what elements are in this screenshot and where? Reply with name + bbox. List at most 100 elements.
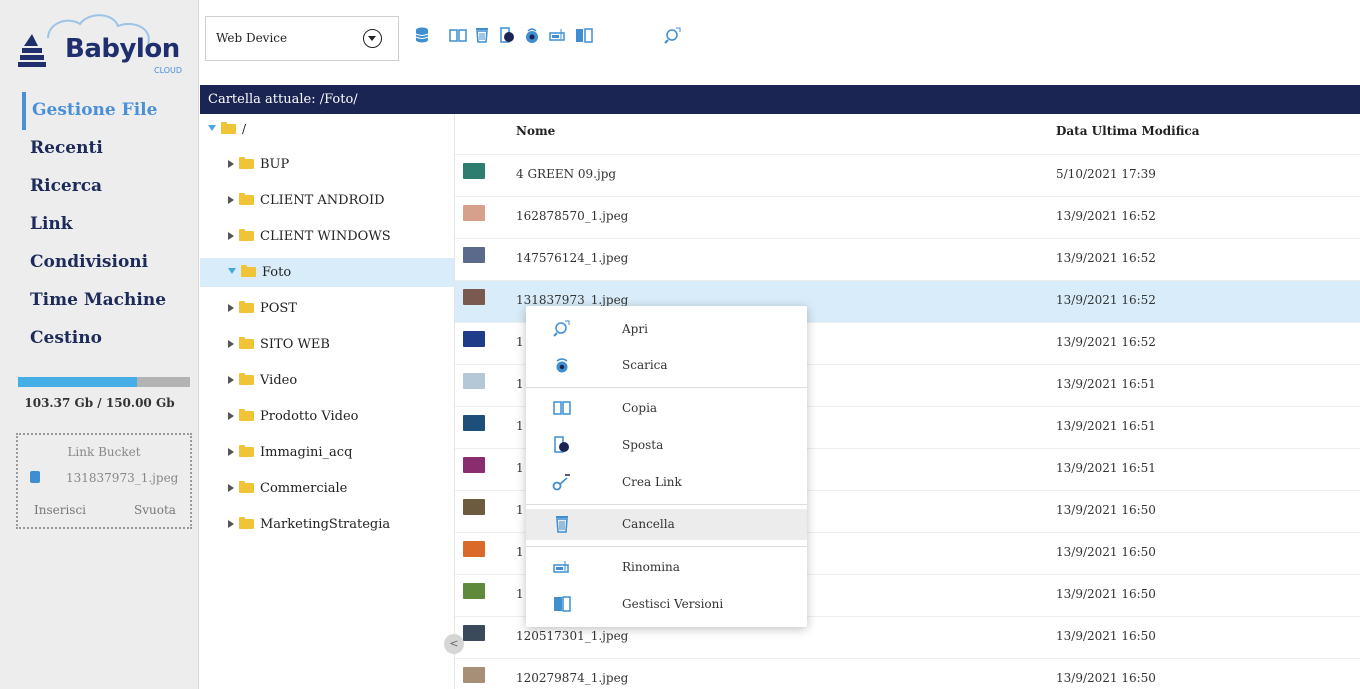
menu-item-label: Gestisci Versioni — [622, 597, 724, 611]
file-thumbnail — [463, 625, 485, 641]
nav-time-machine[interactable]: Time Machine — [0, 282, 199, 320]
move-icon[interactable] — [498, 26, 516, 44]
folder-name: CLIENT WINDOWS — [260, 229, 391, 244]
folder-tree: / BUP CLIENT ANDROID CLIENT WINDOWS Foto POS… — [200, 114, 455, 689]
file-name: 120279874_1.jpeg — [516, 671, 629, 685]
folder-icon — [239, 229, 254, 241]
file-name: 1 — [516, 461, 524, 475]
menu-item-cancella[interactable]: Cancella — [526, 509, 807, 540]
folder-tree-item[interactable]: Immagini_acq — [200, 438, 454, 467]
file-thumbnail — [463, 247, 485, 263]
folder-tree-item[interactable]: Foto — [200, 258, 454, 287]
context-menu: Apri Scarica Copia Sposta Crea Link Canc… — [526, 306, 807, 627]
file-thumbnail — [463, 583, 485, 599]
folder-name: Immagini_acq — [260, 445, 353, 460]
folder-tree-item[interactable]: MarketingStrategia — [200, 510, 454, 539]
nav-condivisioni[interactable]: Condivisioni — [0, 244, 199, 282]
menu-separator — [526, 504, 807, 505]
delete-icon[interactable] — [473, 26, 491, 44]
expand-icon[interactable] — [228, 268, 236, 274]
folder-tree-item[interactable]: Prodotto Video — [200, 402, 454, 431]
expand-icon[interactable] — [208, 125, 216, 131]
folder-tree-item[interactable]: Video — [200, 366, 454, 395]
nav-ricerca[interactable]: Ricerca — [0, 168, 199, 206]
collapse-arrow-icon[interactable] — [228, 160, 234, 168]
download-icon — [552, 356, 572, 374]
menu-item-label: Scarica — [622, 358, 668, 372]
collapse-arrow-icon[interactable] — [228, 232, 234, 240]
file-date: 13/9/2021 16:50 — [1056, 587, 1156, 601]
main-nav: Gestione File Recenti Ricerca Link Condi… — [0, 92, 199, 358]
open-icon[interactable] — [664, 26, 682, 44]
file-row[interactable]: 120279874_1.jpeg 13/9/2021 16:50 — [455, 658, 1360, 689]
menu-item-rinomina[interactable]: Rinomina — [526, 552, 807, 583]
folder-tree-item[interactable]: CLIENT WINDOWS — [200, 222, 454, 251]
babylon-logo[interactable]: Babylon CLOUD — [18, 8, 182, 75]
bucket-insert-button[interactable]: Inserisci — [34, 503, 86, 517]
folder-icon — [239, 157, 254, 169]
file-name: 1 — [516, 503, 524, 517]
collapse-arrow-icon[interactable] — [228, 448, 234, 456]
tree-root-label: / — [242, 122, 247, 136]
file-date: 13/9/2021 16:50 — [1056, 545, 1156, 559]
menu-item-label: Apri — [622, 322, 648, 336]
file-thumbnail — [463, 289, 485, 305]
menu-item-gestisci-versioni[interactable]: Gestisci Versioni — [526, 589, 807, 620]
copy-icon[interactable] — [449, 26, 467, 44]
collapse-arrow-icon[interactable] — [228, 340, 234, 348]
file-thumbnail — [463, 667, 485, 683]
menu-item-scarica[interactable]: Scarica — [526, 350, 807, 381]
collapse-arrow-icon[interactable] — [228, 412, 234, 420]
sidebar: Babylon CLOUD Gestione File Recenti Rice… — [0, 0, 199, 689]
logo-subtitle: CLOUD — [154, 66, 183, 75]
file-thumbnail — [463, 499, 485, 515]
file-name: 147576124_1.jpeg — [516, 251, 629, 265]
link-bucket-file: 131837973_1.jpeg — [66, 471, 179, 485]
menu-item-label: Copia — [622, 401, 658, 415]
folder-tree-item[interactable]: CLIENT ANDROID — [200, 186, 454, 215]
file-thumbnail — [463, 415, 485, 431]
collapse-arrow-icon[interactable] — [228, 484, 234, 492]
column-header-date[interactable]: Data Ultima Modifica — [1056, 114, 1200, 148]
folder-icon — [239, 301, 254, 313]
chevron-down-icon[interactable] — [363, 29, 382, 48]
file-name: 1 — [516, 419, 524, 433]
nav-gestione-file[interactable]: Gestione File — [22, 92, 199, 130]
file-date: 5/10/2021 17:39 — [1056, 167, 1156, 181]
bucket-empty-button[interactable]: Svuota — [134, 503, 176, 517]
search-icon — [552, 320, 572, 338]
rename-icon — [552, 558, 572, 576]
menu-item-label: Cancella — [622, 517, 675, 531]
rename-icon[interactable] — [549, 26, 567, 44]
device-select[interactable]: Web Device — [205, 16, 399, 61]
storage-bar — [18, 377, 190, 387]
menu-item-copia[interactable]: Copia — [526, 393, 807, 424]
menu-item-label: Rinomina — [622, 560, 680, 574]
folder-tree-item[interactable]: BUP — [200, 150, 454, 179]
collapse-arrow-icon[interactable] — [228, 304, 234, 312]
menu-item-label: Sposta — [622, 438, 664, 452]
nav-recenti[interactable]: Recenti — [0, 130, 199, 168]
menu-item-apri[interactable]: Apri — [526, 314, 807, 345]
collapse-arrow-icon[interactable] — [228, 520, 234, 528]
versions-icon[interactable] — [575, 26, 593, 44]
column-header-name[interactable]: Nome — [516, 114, 555, 148]
folder-icon — [239, 409, 254, 421]
download-icon[interactable] — [523, 26, 541, 44]
collapse-arrow-icon[interactable] — [228, 196, 234, 204]
file-row[interactable]: 4 GREEN 09.jpg 5/10/2021 17:39 — [455, 154, 1360, 196]
database-icon[interactable] — [413, 26, 431, 44]
tree-root[interactable]: / — [208, 122, 246, 136]
menu-item-sposta[interactable]: Sposta — [526, 430, 807, 461]
nav-link[interactable]: Link — [0, 206, 199, 244]
folder-icon — [239, 337, 254, 349]
folder-tree-item[interactable]: Commerciale — [200, 474, 454, 503]
menu-item-crea-link[interactable]: Crea Link — [526, 467, 807, 498]
collapse-arrow-icon[interactable] — [228, 376, 234, 384]
nav-cestino[interactable]: Cestino — [0, 320, 199, 358]
folder-tree-item[interactable]: SITO WEB — [200, 330, 454, 359]
file-date: 13/9/2021 16:52 — [1056, 335, 1156, 349]
file-row[interactable]: 162878570_1.jpeg 13/9/2021 16:52 — [455, 196, 1360, 238]
folder-tree-item[interactable]: POST — [200, 294, 454, 323]
file-row[interactable]: 147576124_1.jpeg 13/9/2021 16:52 — [455, 238, 1360, 280]
